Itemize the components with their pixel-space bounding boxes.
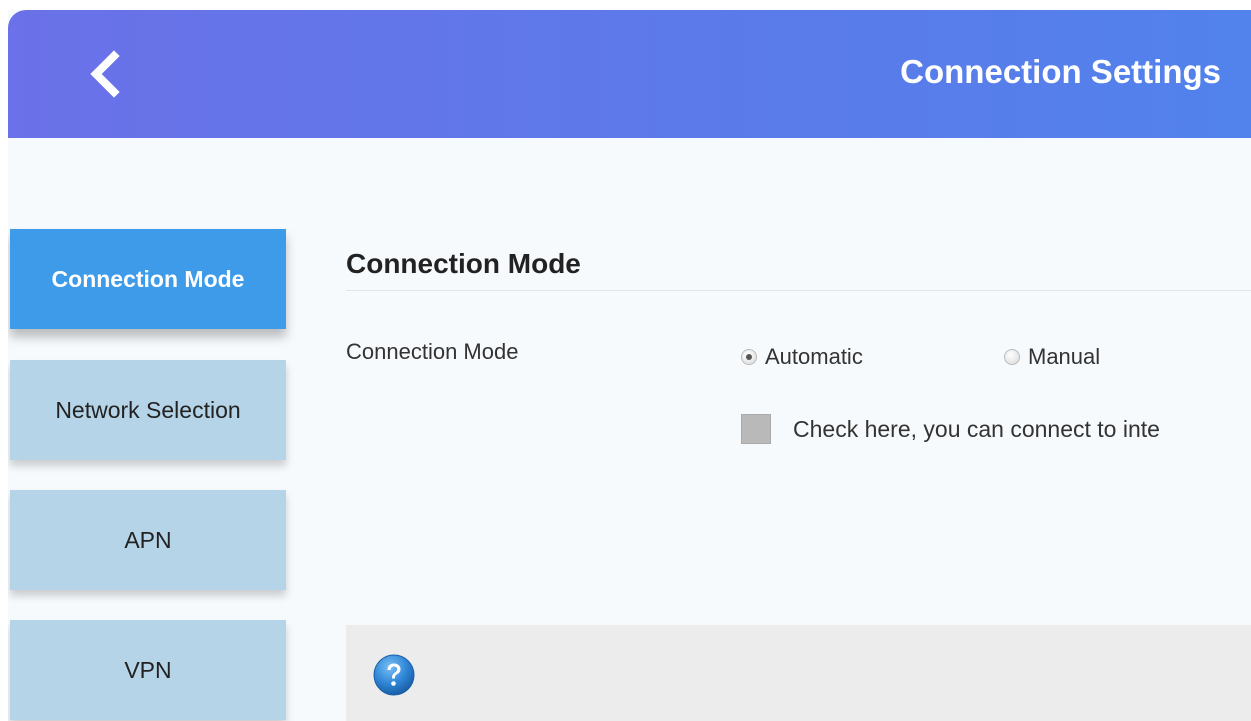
radio-automatic-label: Automatic bbox=[765, 344, 863, 369]
page-title: Connection Settings bbox=[900, 53, 1221, 90]
sidebar-item-vpn[interactable]: VPN bbox=[10, 620, 286, 720]
sidebar-item-network-selection[interactable]: Network Selection bbox=[10, 360, 286, 460]
connection-mode-label: Connection Mode bbox=[346, 339, 519, 364]
sidebar-item-connection-mode[interactable]: Connection Mode bbox=[10, 229, 286, 329]
section-divider bbox=[346, 290, 1251, 291]
radio-manual-circle[interactable] bbox=[1004, 349, 1020, 365]
question-icon[interactable] bbox=[372, 653, 416, 697]
chevron-left-icon bbox=[90, 50, 120, 98]
section-title: Connection Mode bbox=[346, 248, 581, 279]
auto-connect-checkbox[interactable] bbox=[741, 414, 771, 444]
auto-connect-row: Check here, you can connect to inte bbox=[741, 414, 1160, 444]
sidebar-item-label: APN bbox=[124, 526, 172, 553]
page-header: Connection Settings bbox=[8, 10, 1251, 138]
radio-manual-label: Manual bbox=[1028, 344, 1101, 369]
back-button[interactable] bbox=[78, 46, 134, 102]
radio-automatic-circle[interactable] bbox=[741, 349, 757, 365]
sidebar-item-label: Connection Mode bbox=[51, 265, 245, 292]
auto-connect-text: Check here, you can connect to inte bbox=[793, 416, 1160, 442]
radio-manual[interactable]: Manual bbox=[1004, 342, 1100, 372]
sidebar-item-label: VPN bbox=[124, 656, 172, 683]
sidebar-item-label: Network Selection bbox=[55, 396, 241, 423]
radio-automatic[interactable]: Automatic bbox=[741, 342, 863, 372]
sidebar-item-apn[interactable]: APN bbox=[10, 490, 286, 590]
app-frame: Connection Settings Connection Mode Netw… bbox=[8, 10, 1251, 721]
help-panel bbox=[346, 625, 1251, 721]
